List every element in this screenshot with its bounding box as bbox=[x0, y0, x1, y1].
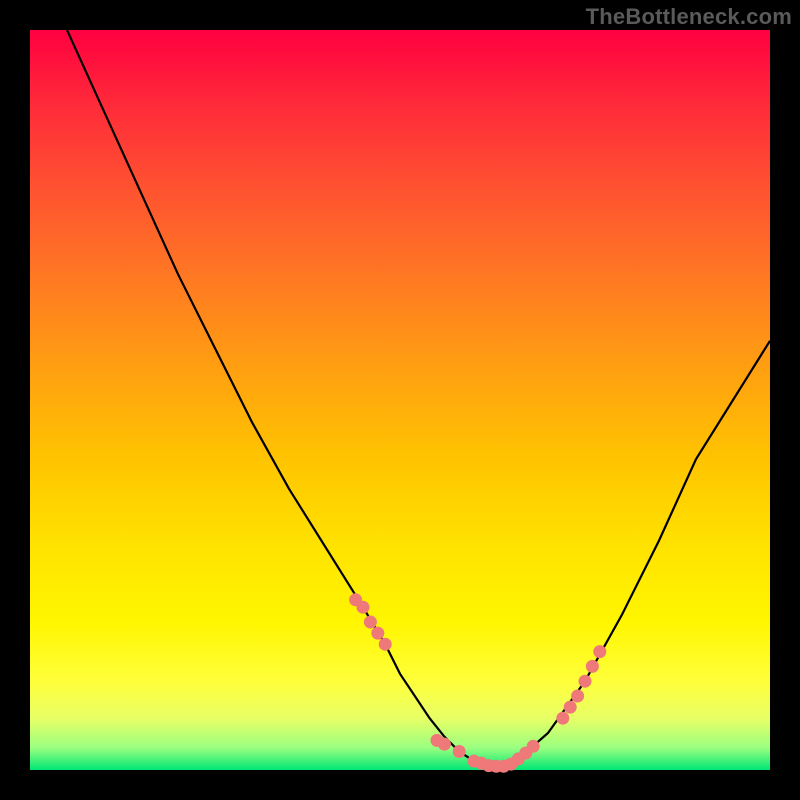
highlight-dot bbox=[564, 701, 577, 714]
highlight-dot bbox=[579, 675, 592, 688]
highlight-dot bbox=[371, 627, 384, 640]
highlight-dot bbox=[357, 601, 370, 614]
highlight-dot bbox=[586, 660, 599, 673]
highlight-dot bbox=[379, 638, 392, 651]
chart-frame: TheBottleneck.com bbox=[0, 0, 800, 800]
bottleneck-curve bbox=[67, 30, 770, 766]
highlight-dot bbox=[453, 745, 466, 758]
highlight-dot bbox=[364, 616, 377, 629]
highlight-dot bbox=[556, 712, 569, 725]
highlight-dot bbox=[571, 690, 584, 703]
highlight-dots-group bbox=[349, 593, 606, 773]
chart-overlay bbox=[30, 30, 770, 770]
highlight-dot bbox=[527, 740, 540, 753]
highlight-dot bbox=[593, 645, 606, 658]
highlight-dot bbox=[438, 738, 451, 751]
watermark-text: TheBottleneck.com bbox=[586, 4, 792, 30]
